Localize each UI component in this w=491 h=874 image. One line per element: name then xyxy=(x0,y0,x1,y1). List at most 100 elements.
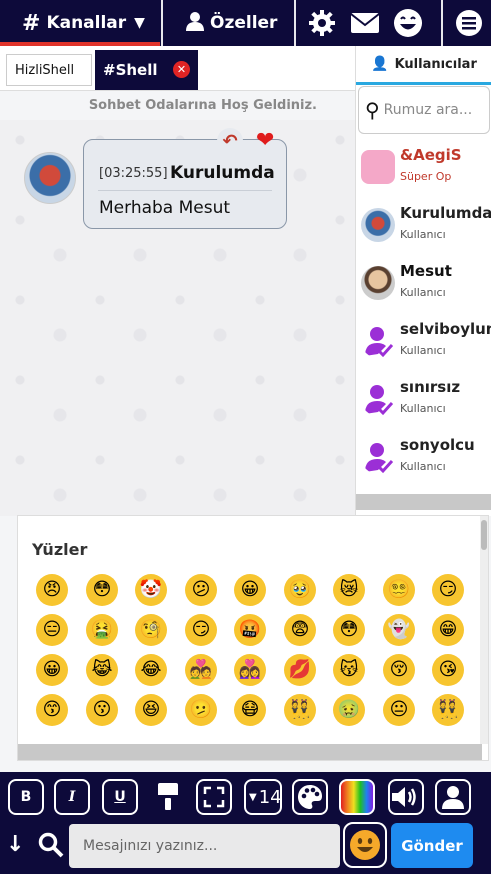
emoji-item[interactable]: 😚 xyxy=(383,654,415,686)
underline-label: U xyxy=(114,789,126,805)
emoji-item[interactable]: 😁 xyxy=(432,614,464,646)
user-list-item[interactable]: sonyolcu Kullanıcı xyxy=(356,432,491,490)
messages-button[interactable] xyxy=(350,0,380,46)
channels-menu[interactable]: # Kanallar ▼ xyxy=(22,0,145,46)
emoji-vertical-scrollbar[interactable] xyxy=(480,516,488,744)
user-avatar xyxy=(361,208,395,242)
emoji-item[interactable]: 👻 xyxy=(383,614,415,646)
paint-brush-button[interactable] xyxy=(150,779,186,815)
emoji-item[interactable]: 😳 xyxy=(333,614,365,646)
user-list-item[interactable]: Kurulumda Kullanıcı xyxy=(356,200,491,258)
send-label: Gönder xyxy=(401,836,463,855)
message-input[interactable]: Mesajınızı yazınız... xyxy=(69,824,340,868)
tab-shell[interactable]: #Shell ✕ xyxy=(95,50,198,90)
user-search-input[interactable]: ⚲ Rumuz ara... xyxy=(358,86,490,134)
scroll-down-icon[interactable]: ↓ xyxy=(6,832,24,857)
message-nick[interactable]: Kurulumda xyxy=(170,163,275,183)
chevron-down-icon: ▼ xyxy=(134,15,145,31)
user-list-item[interactable]: sınırsız Kullanıcı xyxy=(356,374,491,432)
user-name: sınırsız xyxy=(400,378,461,396)
emoji-item[interactable]: 🫤 xyxy=(185,694,217,726)
emoji-item[interactable]: 🤮 xyxy=(86,614,118,646)
main-menu-button[interactable] xyxy=(455,0,483,46)
emoji-item[interactable]: 🤬 xyxy=(234,614,266,646)
emoji-item[interactable]: 😗 xyxy=(86,694,118,726)
color-palette-button[interactable] xyxy=(292,779,328,815)
italic-button[interactable]: I xyxy=(54,779,90,815)
sound-toggle-button[interactable] xyxy=(388,779,424,815)
emoji-category-title: Yüzler xyxy=(32,540,88,559)
robot-avatar xyxy=(361,150,395,184)
emoji-item[interactable]: 😘 xyxy=(432,654,464,686)
emoji-item[interactable]: 😏 xyxy=(185,614,217,646)
message-placeholder: Mesajınızı yazınız... xyxy=(83,838,218,854)
emoji-item[interactable]: 😹 xyxy=(86,654,118,686)
caret-down-icon: ▼ xyxy=(249,791,257,803)
font-size-select[interactable]: ▼ 14 xyxy=(244,779,282,815)
emoji-item[interactable]: 😿 xyxy=(333,574,365,606)
emoji-item[interactable]: 😀 xyxy=(36,654,68,686)
emoji-item[interactable]: 🥹 xyxy=(284,574,316,606)
search-icon: ⚲ xyxy=(365,98,380,122)
send-button[interactable]: Gönder xyxy=(391,823,473,868)
emoji-item[interactable]: 😀 xyxy=(234,574,266,606)
emoji-picker-button[interactable] xyxy=(343,822,387,868)
emoji-item[interactable]: 😨 xyxy=(284,614,316,646)
emoji-item[interactable]: 😽 xyxy=(333,654,365,686)
rainbow-text-button[interactable] xyxy=(339,779,375,815)
emoji-item[interactable]: 😆 xyxy=(135,694,167,726)
private-menu[interactable]: Özeller xyxy=(186,0,277,46)
gear-icon xyxy=(309,10,335,36)
tab-label: #Shell xyxy=(103,61,158,79)
user-name: sonyolcu xyxy=(400,436,475,454)
user-avatar xyxy=(361,266,395,300)
user-check-icon xyxy=(365,327,394,358)
emoji-item[interactable]: 😳 xyxy=(86,574,118,606)
emoji-item[interactable]: 💑 xyxy=(185,654,217,686)
divider xyxy=(441,0,443,46)
emoji-item[interactable]: 🤢 xyxy=(333,694,365,726)
profile-button[interactable] xyxy=(435,779,471,815)
emoji-item[interactable]: 😠 xyxy=(36,574,68,606)
divider xyxy=(294,0,296,46)
user-list-item[interactable]: selviboylum Kullanıcı xyxy=(356,316,491,374)
emoji-item[interactable]: 😕 xyxy=(185,574,217,606)
underline-button[interactable]: U xyxy=(102,779,138,815)
scroll-thumb[interactable] xyxy=(481,520,487,550)
room-tabs: HizliShell #Shell ✕ xyxy=(0,46,355,91)
emoji-item[interactable]: 🤡 xyxy=(135,574,167,606)
bold-label: B xyxy=(20,789,32,805)
laughing-face-icon xyxy=(394,9,422,37)
emoji-item[interactable]: 😑 xyxy=(36,614,68,646)
emoji-item[interactable]: 👯 xyxy=(432,694,464,726)
emoji-item[interactable]: 👯 xyxy=(284,694,316,726)
emoji-item[interactable]: 😷 xyxy=(234,694,266,726)
message-avatar[interactable] xyxy=(24,152,76,204)
reply-icon[interactable]: ↶ xyxy=(217,128,243,154)
users-header: 👤 Kullanıcılar xyxy=(356,46,491,85)
emoji-item[interactable]: 😂 xyxy=(135,654,167,686)
user-list-item[interactable]: Mesut Kullanıcı xyxy=(356,258,491,316)
users-sidebar: 👤 Kullanıcılar ⚲ Rumuz ara... &AegiS Süp… xyxy=(355,46,491,516)
close-icon[interactable]: ✕ xyxy=(173,61,190,78)
user-list-item[interactable]: &AegiS Süper Op xyxy=(356,142,491,200)
emoji-item[interactable]: 😵‍💫 xyxy=(383,574,415,606)
emoji-item[interactable]: 👩‍❤️‍👩 xyxy=(234,654,266,686)
emoji-toggle-button[interactable] xyxy=(392,0,424,46)
sidebar-scrollbar[interactable] xyxy=(356,494,491,510)
emoji-item[interactable]: 😙 xyxy=(36,694,68,726)
tab-hizlishell[interactable]: HizliShell xyxy=(6,54,92,86)
heart-icon[interactable]: ❤ xyxy=(256,128,274,153)
settings-button[interactable] xyxy=(308,0,336,46)
emoji-horizontal-scrollbar[interactable] xyxy=(18,744,482,760)
emoji-item[interactable]: 💋 xyxy=(284,654,316,686)
private-label: Özeller xyxy=(210,13,278,33)
search-placeholder: Rumuz ara... xyxy=(383,102,473,118)
emoji-item[interactable]: 😏 xyxy=(432,574,464,606)
user-name: Mesut xyxy=(400,262,452,280)
emoji-item[interactable]: 😐 xyxy=(383,694,415,726)
search-icon[interactable] xyxy=(38,832,64,862)
fullscreen-button[interactable] xyxy=(196,779,232,815)
emoji-item[interactable]: 🧐 xyxy=(135,614,167,646)
bold-button[interactable]: B xyxy=(8,779,44,815)
